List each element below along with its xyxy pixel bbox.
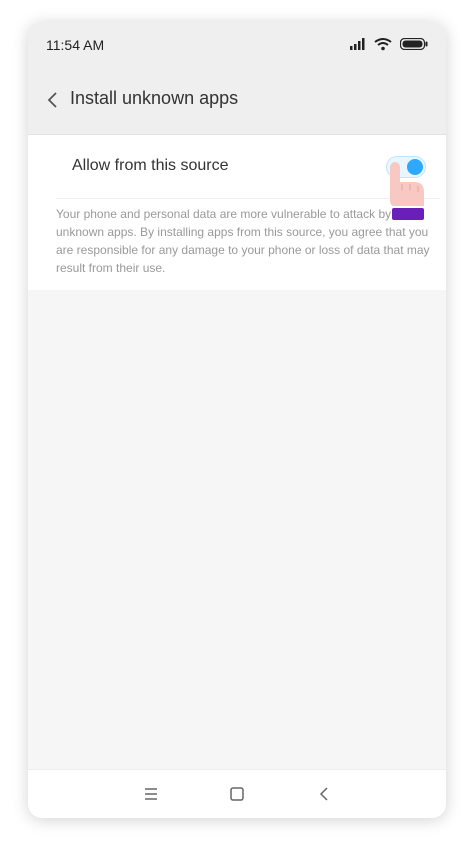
wifi-icon [374,38,392,51]
phone-frame: 11:54 AM Install unknown apps Allow from… [28,22,446,818]
warning-description: Your phone and personal data are more vu… [56,207,430,275]
battery-icon [400,38,428,50]
navigation-bar [28,769,446,818]
back-icon[interactable] [315,784,335,804]
home-icon[interactable] [227,784,247,804]
allow-source-label: Allow from this source [72,157,229,174]
status-icons [350,37,428,51]
signal-icon [350,38,365,50]
status-bar: 11:54 AM [28,22,446,68]
chevron-left-icon[interactable] [42,88,66,112]
pointing-hand-icon [390,162,424,220]
menu-icon[interactable] [141,784,161,804]
app-header: Install unknown apps [28,68,446,135]
page-title: Install unknown apps [70,88,239,108]
status-time: 11:54 AM [46,37,105,53]
